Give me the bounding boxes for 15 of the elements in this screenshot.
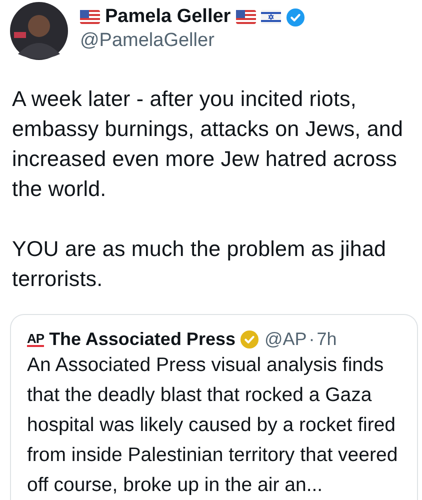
- tweet-text: YOU are as much the problem as jihad terrorists.: [12, 236, 388, 293]
- quoted-text: An Associated Press visual analysis finds that the deadly blast that rocked a Gaza hospital was likely caused by a rocket fired from inside Palestinian territory that veered off course, broke up in the air an...: [27, 353, 399, 498]
- avatar[interactable]: [10, 2, 68, 60]
- quoted-tweet[interactable]: [10, 314, 418, 500]
- author-name[interactable]: Pamela Geller: [105, 6, 231, 28]
- logo: AP: [27, 332, 44, 347]
- author-handle[interactable]: @PamelaGeller: [80, 30, 305, 52]
- tweet-text: A week later - after you incited riots, embassy burnings, attacks on Jews, and increased even more Jew hatred across the world.: [12, 86, 404, 203]
- timestamp: 7h: [316, 329, 337, 350]
- quoted-author-name[interactable]: The Associated Press: [49, 329, 236, 350]
- flag-icon: [80, 10, 100, 24]
- flag-icon: [236, 10, 256, 24]
- quoted-handle[interactable]: @AP: [264, 329, 307, 350]
- separator: ·: [308, 329, 315, 350]
- flag-icon: [260, 10, 281, 24]
